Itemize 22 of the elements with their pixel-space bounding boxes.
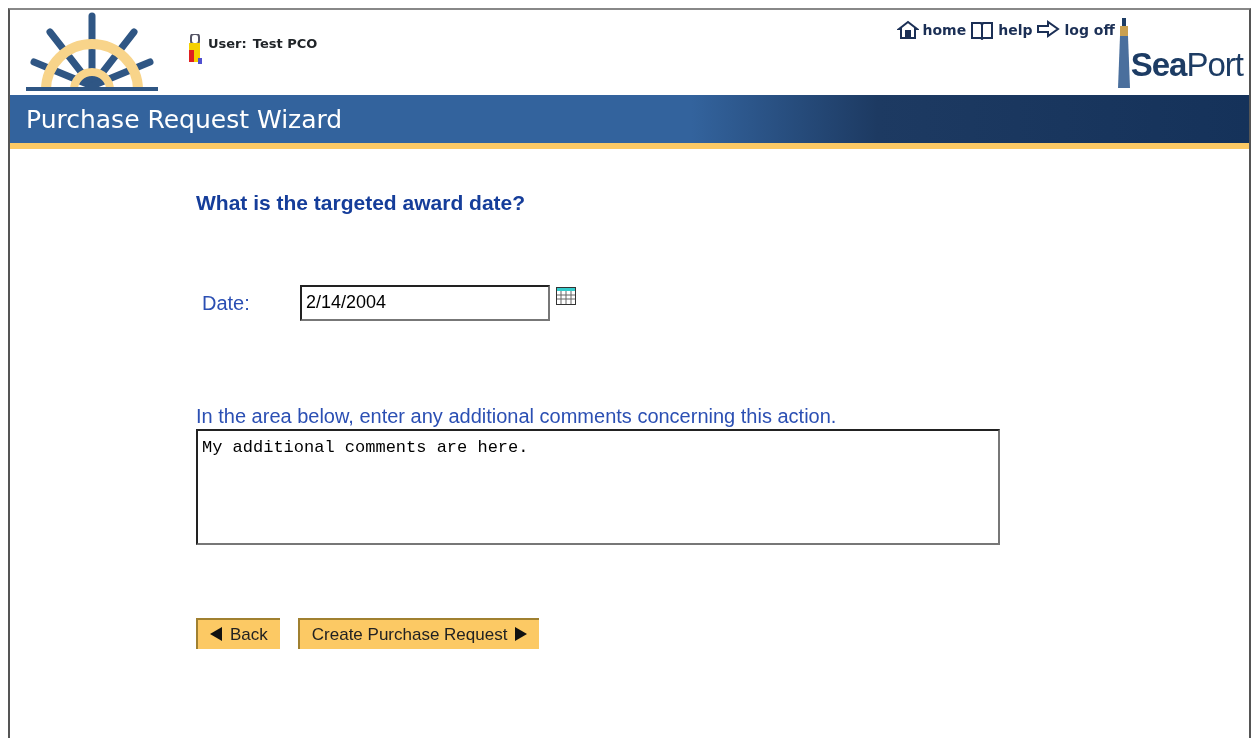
back-button[interactable]: Back	[196, 617, 280, 649]
house-icon[interactable]	[896, 20, 919, 40]
home-link[interactable]: home	[922, 20, 967, 41]
date-field[interactable]: 2/14/2004	[300, 284, 550, 321]
user-label: User:	[208, 35, 247, 53]
create-request-button[interactable]: Create Purchase Request	[297, 617, 540, 649]
arrow-right-icon[interactable]	[1036, 20, 1061, 38]
comments-field[interactable]: My additional comments are here.	[196, 428, 1000, 545]
logoff-link[interactable]: log off	[1064, 20, 1115, 41]
question-heading: What is the targeted award date?	[196, 190, 527, 216]
brand-logo: SeaPort	[1130, 48, 1243, 81]
comments-instructions: In the area below, enter any additional comments concerning this action.	[196, 403, 838, 429]
lighthouse-icon	[1116, 18, 1131, 88]
calendar-icon[interactable]	[556, 286, 576, 305]
date-label: Date:	[202, 290, 251, 316]
book-icon[interactable]	[970, 20, 995, 40]
lock-icon	[188, 34, 202, 66]
triangle-left-icon	[210, 627, 222, 642]
user-name: Test PCO	[252, 35, 318, 53]
help-link[interactable]: help	[998, 20, 1033, 41]
page-title: Purchase Request Wizard	[26, 105, 343, 134]
triangle-right-icon	[515, 627, 528, 642]
